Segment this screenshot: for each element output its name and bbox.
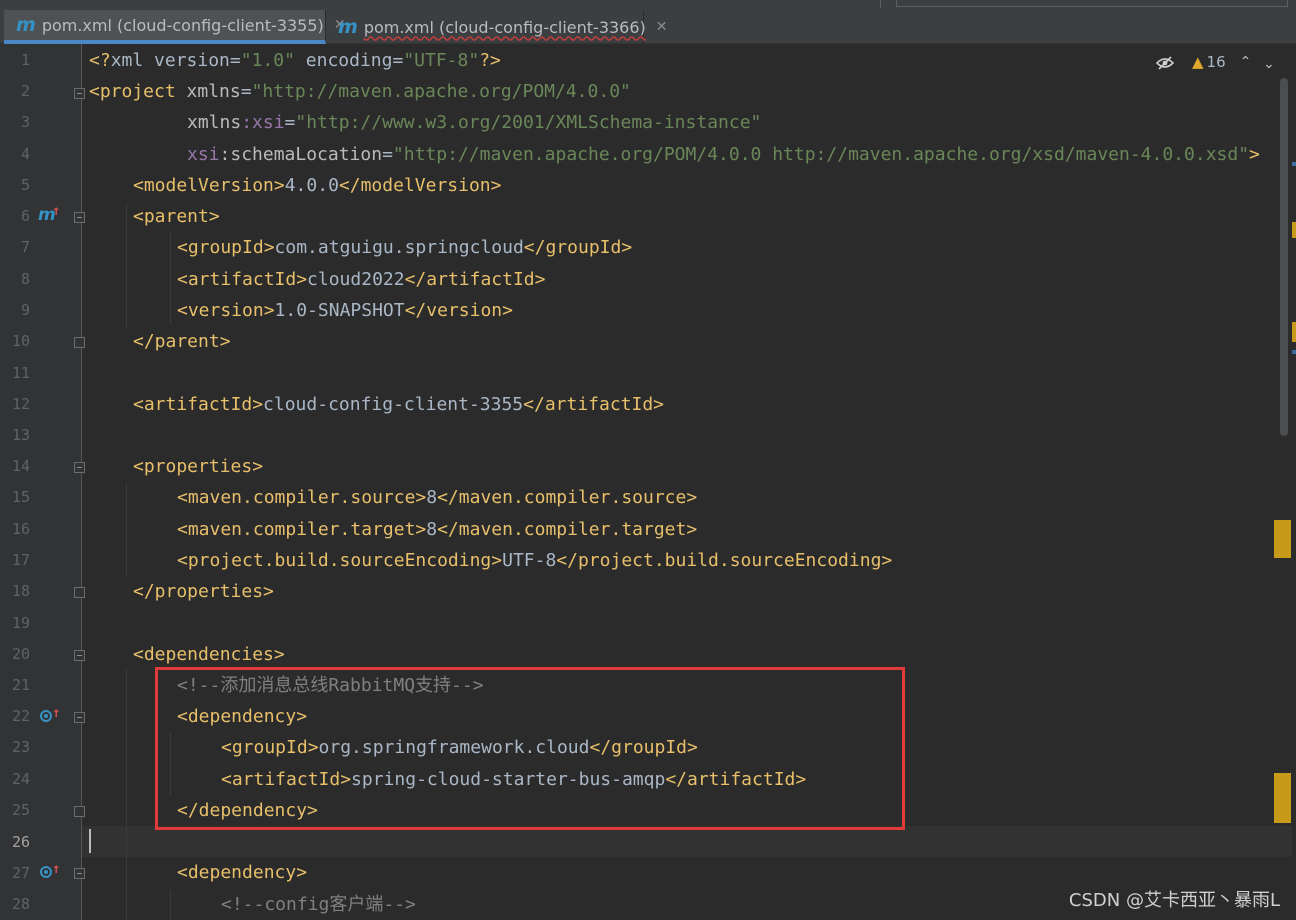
navigate-up-arrow-icon: ↑ xyxy=(52,861,61,877)
code-line-5[interactable]: <modelVersion>4.0.0</modelVersion> xyxy=(133,170,501,201)
warning-stripe-marker[interactable] xyxy=(1292,322,1296,342)
text-caret xyxy=(89,829,91,853)
override-marker-icon[interactable] xyxy=(40,866,52,878)
code-line-4[interactable]: xsi:schemaLocation="http://maven.apache.… xyxy=(187,139,1260,170)
indent-guide xyxy=(170,232,171,324)
line-number: 13 xyxy=(11,426,30,444)
code-line-27[interactable]: <dependency> xyxy=(177,857,307,888)
warning-count: 16 xyxy=(1206,53,1226,71)
maven-icon: m xyxy=(16,14,36,36)
line-number: 11 xyxy=(11,364,30,382)
toolbar-divider xyxy=(880,0,881,8)
fold-collapse-icon[interactable] xyxy=(74,88,85,99)
line-number: 9 xyxy=(20,301,30,319)
highlight-annotation-box xyxy=(155,667,905,830)
line-number: 14 xyxy=(11,457,30,475)
line-number: 2 xyxy=(20,82,30,100)
code-line-6[interactable]: <parent> xyxy=(133,201,220,232)
override-marker-icon[interactable] xyxy=(40,710,52,722)
code-line-9[interactable]: <version>1.0-SNAPSHOT</version> xyxy=(177,295,513,326)
code-line-3[interactable]: xmlns:xsi="http://www.w3.org/2001/XMLSch… xyxy=(187,107,761,138)
indent-guide xyxy=(126,483,127,575)
editor-tab-bar: m pom.xml (cloud-config-client-3355) ✕ m… xyxy=(0,0,1296,44)
tab-label: pom.xml (cloud-config-client-3366) xyxy=(363,17,646,37)
code-line-18[interactable]: </properties> xyxy=(133,576,274,607)
line-number: 8 xyxy=(20,270,30,288)
line-number: 17 xyxy=(11,551,30,569)
line-number: 18 xyxy=(11,582,30,600)
gutter-divider xyxy=(81,44,82,920)
warning-stripe-marker[interactable] xyxy=(1274,773,1291,823)
code-line-10[interactable]: </parent> xyxy=(133,326,231,357)
fold-end-icon[interactable] xyxy=(74,587,85,598)
fold-end-icon[interactable] xyxy=(74,806,85,817)
code-line-1[interactable]: <?xml version="1.0" encoding="UTF-8"?> xyxy=(89,45,501,76)
line-number: 27 xyxy=(11,864,30,882)
line-number: 21 xyxy=(11,676,30,694)
line-number: 7 xyxy=(20,238,30,256)
code-line-16[interactable]: <maven.compiler.target>8</maven.compiler… xyxy=(177,514,697,545)
fold-end-icon[interactable] xyxy=(74,337,85,348)
warning-stripe-marker[interactable] xyxy=(1274,520,1291,558)
warning-stripe-marker[interactable] xyxy=(1292,222,1296,238)
fold-collapse-icon[interactable] xyxy=(74,868,85,879)
vertical-scrollbar[interactable] xyxy=(1280,78,1288,436)
code-line-14[interactable]: <properties> xyxy=(133,451,263,482)
close-icon[interactable]: ✕ xyxy=(656,19,668,35)
fold-collapse-icon[interactable] xyxy=(74,212,85,223)
chevron-up-icon[interactable]: ⌃ xyxy=(1240,54,1252,70)
change-stripe-marker[interactable] xyxy=(1292,162,1296,166)
line-number: 22 xyxy=(11,707,30,725)
line-number: 1 xyxy=(20,51,30,69)
warning-icon: ▲ xyxy=(1192,53,1204,71)
line-number: 23 xyxy=(11,738,30,756)
line-number: 20 xyxy=(11,645,30,663)
line-number: 10 xyxy=(11,332,30,350)
maven-icon: m xyxy=(338,16,358,38)
hide-eye-icon[interactable] xyxy=(1155,56,1175,70)
indent-guide xyxy=(170,890,171,920)
line-number: 16 xyxy=(11,520,30,538)
inspection-widget[interactable]: ▲ 16 ⌃ ⌃ xyxy=(1155,50,1275,74)
toolbar-widget[interactable] xyxy=(896,0,1288,7)
line-number: 3 xyxy=(20,113,30,131)
line-number: 4 xyxy=(20,145,30,163)
line-number: 19 xyxy=(11,614,30,632)
tab-pom-3355[interactable]: m pom.xml (cloud-config-client-3355) ✕ xyxy=(4,10,346,44)
line-number: 25 xyxy=(11,801,30,819)
code-line-8[interactable]: <artifactId>cloud2022</artifactId> xyxy=(177,264,545,295)
line-number: 24 xyxy=(11,770,30,788)
watermark-text: CSDN @艾卡西亚丶暴雨L xyxy=(1068,890,1280,911)
indent-guide xyxy=(126,204,127,328)
fold-collapse-icon[interactable] xyxy=(74,650,85,661)
line-number: 15 xyxy=(11,488,30,506)
line-number: 5 xyxy=(20,176,30,194)
line-number-current: 26 xyxy=(11,833,30,851)
line-number: 12 xyxy=(11,395,30,413)
navigate-up-arrow-icon: ↑ xyxy=(52,705,61,721)
code-line-28[interactable]: <!--config客户端--> xyxy=(221,889,416,920)
tab-label: pom.xml (cloud-config-client-3355) xyxy=(41,15,324,35)
code-line-2[interactable]: <project xmlns="http://maven.apache.org/… xyxy=(89,76,631,107)
navigate-up-arrow-icon: ↑ xyxy=(52,203,61,219)
code-line-20[interactable]: <dependencies> xyxy=(133,639,285,670)
line-number: 6 xyxy=(20,207,30,225)
line-number: 28 xyxy=(11,895,30,913)
chevron-down-icon[interactable]: ⌃ xyxy=(1263,54,1275,70)
fold-collapse-icon[interactable] xyxy=(74,712,85,723)
tab-pom-3366[interactable]: m pom.xml (cloud-config-client-3366) ✕ xyxy=(326,10,668,44)
code-line-12[interactable]: <artifactId>cloud-config-client-3355</ar… xyxy=(133,389,664,420)
current-line-highlight xyxy=(82,826,1292,857)
change-stripe-marker[interactable] xyxy=(1292,350,1296,354)
code-line-7[interactable]: <groupId>com.atguigu.springcloud</groupI… xyxy=(177,232,632,263)
code-line-17[interactable]: <project.build.sourceEncoding>UTF-8</pro… xyxy=(177,545,892,576)
fold-collapse-icon[interactable] xyxy=(74,462,85,473)
code-line-15[interactable]: <maven.compiler.source>8</maven.compiler… xyxy=(177,482,697,513)
indent-guide xyxy=(126,670,127,920)
